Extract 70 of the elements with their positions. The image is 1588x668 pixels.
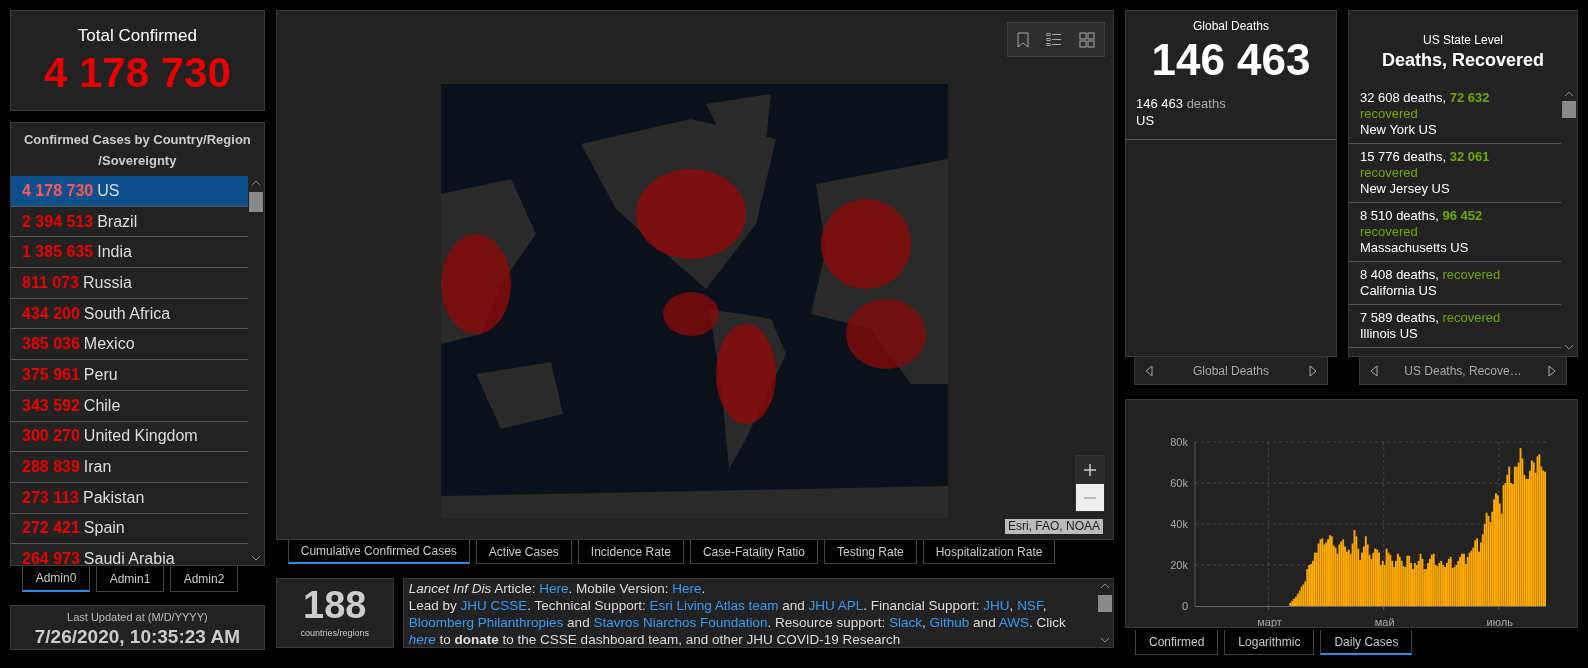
recovered-label: recovered bbox=[1442, 310, 1501, 325]
countries-label: countries/regions bbox=[300, 627, 370, 640]
case-count: 272 421 bbox=[22, 518, 80, 539]
death-count: 32 608 deaths, bbox=[1360, 90, 1447, 105]
country-name: Spain bbox=[83, 518, 125, 539]
axis-label: 40k bbox=[1170, 518, 1188, 530]
map-attribution: Esri, FAO, NOAA bbox=[1005, 519, 1103, 534]
case-count: 811 073 bbox=[22, 272, 79, 293]
total-confirmed-value: 4 178 730 bbox=[43, 48, 231, 97]
global-deaths-value: 146 463 bbox=[1150, 35, 1312, 85]
place-name: Massachusetts US bbox=[1360, 240, 1470, 256]
death-count: 8 510 deaths, bbox=[1360, 208, 1439, 223]
case-count: 1 385 635 bbox=[22, 242, 94, 263]
case-count: 288 839 bbox=[22, 457, 80, 478]
death-count: 15 776 deaths, bbox=[1360, 149, 1447, 164]
death-count: 7 589 deaths, bbox=[1360, 310, 1439, 325]
case-count: 385 036 bbox=[22, 334, 80, 355]
axis-label: июль bbox=[1486, 616, 1513, 627]
recovered-count: 32 061 bbox=[1449, 149, 1490, 164]
recovered-label: recovered bbox=[1360, 165, 1418, 180]
place-name: New Jersey US bbox=[1360, 181, 1451, 197]
recovered-count: 96 452 bbox=[1442, 208, 1483, 223]
death-count: 146 463 bbox=[1136, 96, 1183, 111]
country-name: South Africa bbox=[83, 303, 171, 324]
nav-label: US Deaths, Recove… bbox=[1404, 362, 1522, 380]
info-paragraph: Lancet Inf Dis Article: Here. Mobile Version: Here. bbox=[408, 580, 707, 597]
country-name: Mexico bbox=[83, 334, 135, 355]
axis-label: 20k bbox=[1170, 559, 1188, 571]
axis-label: 0 bbox=[1181, 600, 1188, 612]
case-count: 343 592 bbox=[22, 395, 80, 416]
axis-label: 60k bbox=[1170, 477, 1188, 489]
recovered-label: recovered bbox=[1360, 224, 1418, 239]
case-count: 434 200 bbox=[22, 303, 80, 324]
case-count: 4 178 730 bbox=[22, 180, 94, 201]
case-count: 264 973 bbox=[22, 549, 80, 565]
country-name: India bbox=[97, 242, 132, 263]
place-name: US bbox=[1136, 112, 1156, 129]
case-count: 375 961 bbox=[22, 364, 80, 385]
panel-title: Deaths, Recovered bbox=[1380, 49, 1546, 71]
recovered-label: recovered bbox=[1360, 106, 1418, 121]
last-updated-label: Last Updated at (M/D/YYYY) bbox=[67, 610, 208, 625]
countries-count: 188 bbox=[303, 583, 367, 627]
country-name: Iran bbox=[83, 457, 112, 478]
place-name: Illinois US bbox=[1360, 326, 1419, 342]
recovered-count: 72 632 bbox=[1449, 90, 1490, 105]
last-updated-value: 7/26/2020, 10:35:23 AM bbox=[34, 625, 240, 648]
case-count: 273 113 bbox=[22, 487, 79, 508]
country-name: Brazil bbox=[97, 211, 138, 232]
place-name: New York US bbox=[1360, 122, 1438, 138]
recovered-label: recovered bbox=[1442, 267, 1501, 282]
case-count: 300 270 bbox=[22, 426, 80, 447]
panel-title: Total Confirmed bbox=[77, 25, 197, 47]
deaths-label: deaths bbox=[1186, 96, 1226, 111]
axis-label: май bbox=[1374, 616, 1395, 627]
info-paragraph: Lead by JHU CSSE. Technical Support: Esri Living Atlas team and JHU APL. Financial Support: JHU, NSF, Bloomberg Philanthropies and Stavros Niarchos Foundation. Resource support: Slack, Github and AWS. Click here to donate to the CSSE dashboard team, and other JHU COVID-19 Research bbox=[408, 597, 1067, 647]
country-name: Chile bbox=[83, 395, 121, 416]
axis-label: 80k bbox=[1170, 436, 1188, 448]
country-name: Pakistan bbox=[82, 487, 145, 508]
place-name: California US bbox=[1360, 283, 1438, 299]
country-name: United Kingdom bbox=[83, 426, 198, 447]
nav-label: Global Deaths bbox=[1192, 362, 1269, 380]
case-count: 2 394 513 bbox=[22, 211, 94, 232]
panel-title: Confirmed Cases by Country/Region /Sovereignty bbox=[22, 131, 252, 170]
country-name: Saudi Arabia bbox=[83, 549, 175, 565]
country-name: US bbox=[97, 180, 120, 201]
death-count: 8 408 deaths, bbox=[1360, 267, 1439, 282]
country-name: Peru bbox=[83, 364, 118, 385]
country-name: Russia bbox=[82, 272, 132, 293]
panel-subtitle: US State Level bbox=[1421, 32, 1504, 49]
panel-title: Global Deaths bbox=[1191, 18, 1270, 35]
